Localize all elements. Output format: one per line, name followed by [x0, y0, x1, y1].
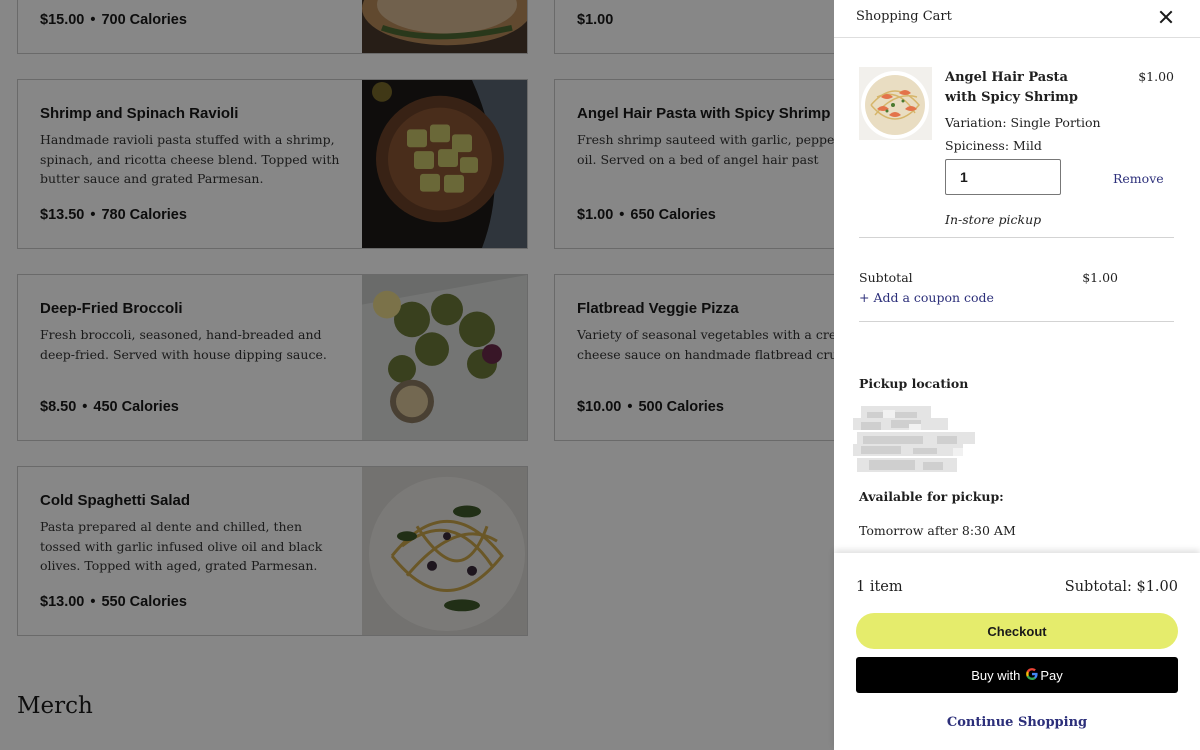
cart-header: Shopping Cart — [834, 0, 1200, 38]
cart-title: Shopping Cart — [856, 9, 952, 24]
gpay-prefix: Buy with — [971, 667, 1021, 683]
pickup-time: Tomorrow after 8:30 AM — [859, 523, 1016, 538]
checkout-button[interactable]: Checkout — [856, 613, 1178, 649]
gpay-suffix: Pay — [1040, 667, 1063, 683]
available-for-pickup-label: Available for pickup: — [859, 489, 1004, 504]
modal-backdrop[interactable] — [0, 0, 834, 750]
footer-subtotal-value: $1.00 — [1136, 579, 1178, 595]
google-pay-button[interactable]: Buy with Pay — [856, 657, 1178, 693]
add-coupon-link[interactable]: + Add a coupon code — [859, 290, 994, 305]
close-icon — [1159, 10, 1173, 24]
pickup-address-redacted — [853, 406, 978, 476]
cart-footer: 1 item Subtotal: $1.00 Checkout Buy with… — [834, 553, 1200, 750]
footer-subtotal-label: Subtotal: — [1064, 579, 1132, 595]
divider — [859, 321, 1174, 322]
shopping-cart-panel: Shopping Cart Angel Hair Pasta with Spic… — [834, 0, 1200, 750]
cart-item-spiciness: Spiciness: Mild — [945, 138, 1042, 153]
footer-subtotal: Subtotal: $1.00 — [1044, 579, 1178, 595]
cart-item-variation: Variation: Single Portion — [945, 115, 1101, 130]
subtotal-value: $1.00 — [1082, 270, 1118, 285]
cart-item-count: 1 item — [856, 579, 903, 595]
continue-shopping-link[interactable]: Continue Shopping — [834, 715, 1200, 730]
fulfillment-method: In-store pickup — [945, 212, 1042, 227]
cart-item-name: Angel Hair Pasta with Spicy Shrimp — [945, 70, 1078, 105]
cart-item-price: $1.00 — [1138, 69, 1174, 84]
quantity-input[interactable] — [945, 159, 1061, 195]
subtotal-label: Subtotal — [859, 270, 913, 285]
google-g-icon — [1025, 667, 1039, 684]
cart-item-thumbnail — [859, 67, 932, 140]
pickup-location-label: Pickup location — [859, 376, 969, 391]
divider — [859, 237, 1174, 238]
close-button[interactable] — [1154, 5, 1178, 29]
remove-item-link[interactable]: Remove — [1113, 171, 1164, 186]
